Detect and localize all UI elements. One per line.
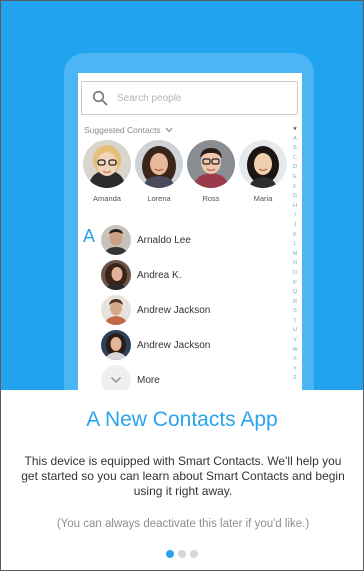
search-icon [89, 87, 111, 109]
index-letter-c[interactable]: C [293, 154, 297, 164]
phone-screen: Suggested Contacts Amand [78, 73, 302, 390]
avatar [101, 260, 131, 290]
contact-name: Andrea K. [137, 269, 182, 281]
onboarding-title: A New Contacts App [86, 408, 278, 431]
suggested-contact[interactable]: Maria [238, 140, 288, 203]
search-bar[interactable] [81, 81, 298, 115]
index-letter-d[interactable]: D [293, 163, 297, 173]
page-dot[interactable] [166, 550, 174, 558]
page-indicator [1, 550, 363, 558]
page-dot[interactable] [190, 550, 198, 558]
avatar [101, 330, 131, 360]
index-letter-l[interactable]: L [293, 240, 296, 250]
hero-panel: Suggested Contacts Amand [1, 1, 363, 390]
index-letter-k[interactable]: K [293, 231, 297, 241]
index-letter-m[interactable]: M [293, 250, 298, 260]
index-letter-e[interactable]: E [293, 173, 297, 183]
suggested-contact-name: Lorena [147, 194, 171, 203]
index-letter-u[interactable]: U [293, 326, 297, 336]
index-letter-h[interactable]: H [293, 202, 297, 212]
suggested-contact-name: Maria [253, 194, 273, 203]
index-letter-o[interactable]: O [293, 269, 297, 279]
avatar [239, 140, 287, 188]
contact-row[interactable]: Arnaldo Lee [101, 224, 271, 256]
more-button[interactable]: More [101, 364, 271, 390]
index-letter-y[interactable]: Y [293, 365, 297, 375]
index-letter-t[interactable]: T [293, 317, 296, 327]
onboarding-note: (You can always deactivate this later if… [56, 518, 310, 530]
index-letter-r[interactable]: R [293, 298, 297, 308]
avatar [101, 295, 131, 325]
section-letter: A [83, 226, 96, 246]
suggested-contacts-row: Amanda Lorena Ross Maria [78, 140, 292, 203]
chevron-down-icon [111, 377, 121, 383]
suggested-contact[interactable]: Lorena [134, 140, 184, 203]
suggested-contact[interactable]: Amanda [82, 140, 132, 203]
contact-row[interactable]: Andrew Jackson [101, 294, 271, 326]
chevron-down-icon [165, 125, 173, 135]
index-letter-q[interactable]: Q [293, 288, 297, 298]
suggested-contact-name: Ross [202, 194, 220, 203]
contact-name: Andrew Jackson [137, 339, 211, 351]
avatar [101, 225, 131, 255]
contact-row[interactable]: Andrea K. [101, 259, 271, 291]
avatar [83, 140, 131, 188]
search-input[interactable] [117, 92, 287, 104]
index-letter-z[interactable]: Z [293, 374, 296, 384]
index-letter-b[interactable]: B [293, 144, 297, 154]
index-letter-j[interactable]: J [294, 221, 297, 231]
contact-row[interactable]: Andrew Jackson [101, 329, 271, 361]
onboarding-screen: Suggested Contacts Amand [0, 0, 364, 571]
page-dot[interactable] [178, 550, 186, 558]
suggested-contacts-toggle[interactable]: Suggested Contacts [84, 125, 173, 135]
avatar [187, 140, 235, 188]
index-letter-v[interactable]: V [293, 336, 297, 346]
more-circle [101, 365, 131, 390]
avatar [135, 140, 183, 188]
contact-name: Andrew Jackson [137, 304, 211, 316]
index-letter-p[interactable]: P [293, 279, 297, 289]
index-letter-g[interactable]: G [293, 192, 297, 202]
alphabet-index[interactable]: ★ A B C D E F G H I J K L M N O P Q R S T U V W X Y Z [291, 125, 299, 384]
index-letter-n[interactable]: N [293, 259, 297, 269]
onboarding-panel: A New Contacts App This device is equipp… [1, 390, 363, 570]
more-label: More [137, 374, 160, 386]
index-letter-a[interactable]: A [293, 135, 297, 145]
index-letter-s[interactable]: S [293, 307, 297, 317]
suggested-contact-name: Amanda [93, 194, 121, 203]
index-letter-x[interactable]: X [293, 355, 297, 365]
index-letter-i[interactable]: I [294, 211, 296, 221]
contact-name: Arnaldo Lee [137, 234, 191, 246]
index-letter-w[interactable]: W [292, 346, 297, 356]
index-letter-f[interactable]: F [293, 183, 296, 193]
suggested-contacts-label: Suggested Contacts [84, 125, 161, 135]
onboarding-description: This device is equipped with Smart Conta… [21, 454, 345, 498]
suggested-contact[interactable]: Ross [186, 140, 236, 203]
index-star[interactable]: ★ [292, 125, 297, 135]
